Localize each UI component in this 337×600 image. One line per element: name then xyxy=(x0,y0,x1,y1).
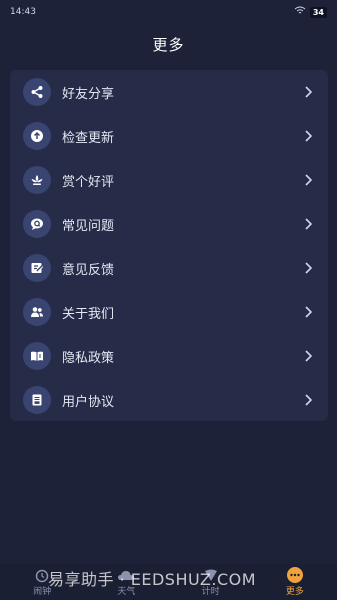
menu-item-check-update[interactable]: 检查更新 xyxy=(10,114,328,158)
menu-item-rate[interactable]: 赏个好评 xyxy=(10,158,328,202)
status-bar: 14:43 34 xyxy=(0,0,337,24)
share-icon xyxy=(23,78,51,106)
menu-item-about[interactable]: 关于我们 xyxy=(10,290,328,334)
document-icon xyxy=(23,386,51,414)
menu-item-terms[interactable]: 用户协议 xyxy=(10,378,328,422)
chevron-right-icon xyxy=(300,304,316,320)
menu-card: 好友分享 检查更新 赏个好评 常见问题 意见反馈 关于我们 隐私政策 用户协议 xyxy=(10,70,328,421)
menu-item-faq[interactable]: 常见问题 xyxy=(10,202,328,246)
tab-timer[interactable]: 计时 xyxy=(169,566,253,600)
chevron-right-icon xyxy=(300,172,316,188)
battery-indicator: 34 xyxy=(309,6,327,18)
tab-more[interactable]: 更多 xyxy=(253,566,337,600)
question-chat-icon xyxy=(23,210,51,238)
menu-item-label: 意见反馈 xyxy=(62,262,115,278)
status-time: 14:43 xyxy=(10,7,36,17)
alarm-icon xyxy=(33,566,51,584)
menu-item-label: 常见问题 xyxy=(62,218,115,234)
chevron-right-icon xyxy=(300,260,316,276)
menu-item-feedback[interactable]: 意见反馈 xyxy=(10,246,328,290)
menu-item-label: 用户协议 xyxy=(62,394,115,410)
menu-item-privacy[interactable]: 隐私政策 xyxy=(10,334,328,378)
wifi-icon xyxy=(294,6,306,18)
menu-item-label: 关于我们 xyxy=(62,306,115,322)
weather-icon xyxy=(117,566,135,584)
tab-alarm[interactable]: 闹钟 xyxy=(0,566,84,600)
page-title: 更多 xyxy=(152,36,185,54)
chevron-right-icon xyxy=(300,348,316,364)
chevron-right-icon xyxy=(300,128,316,144)
chevron-right-icon xyxy=(300,216,316,232)
chevron-right-icon xyxy=(300,392,316,408)
menu-item-label: 赏个好评 xyxy=(62,174,115,190)
more-icon xyxy=(286,566,304,584)
tab-label: 天气 xyxy=(117,587,136,597)
tab-label: 计时 xyxy=(201,587,220,597)
bottom-tab-bar: 闹钟 天气 计时 更多 xyxy=(0,564,337,600)
upload-icon xyxy=(23,122,51,150)
menu-item-label: 好友分享 xyxy=(62,86,115,102)
tab-label: 闹钟 xyxy=(33,587,52,597)
lotus-icon xyxy=(23,166,51,194)
users-icon xyxy=(23,298,51,326)
menu-item-label: 检查更新 xyxy=(62,130,115,146)
feedback-edit-icon xyxy=(23,254,51,282)
tab-weather[interactable]: 天气 xyxy=(84,566,168,600)
chevron-right-icon xyxy=(300,84,316,100)
book-icon xyxy=(23,342,51,370)
status-indicators: 34 xyxy=(294,6,327,18)
timer-icon xyxy=(202,566,220,584)
tab-label: 更多 xyxy=(285,587,304,597)
menu-item-share[interactable]: 好友分享 xyxy=(10,70,328,114)
menu-item-label: 隐私政策 xyxy=(62,350,115,366)
